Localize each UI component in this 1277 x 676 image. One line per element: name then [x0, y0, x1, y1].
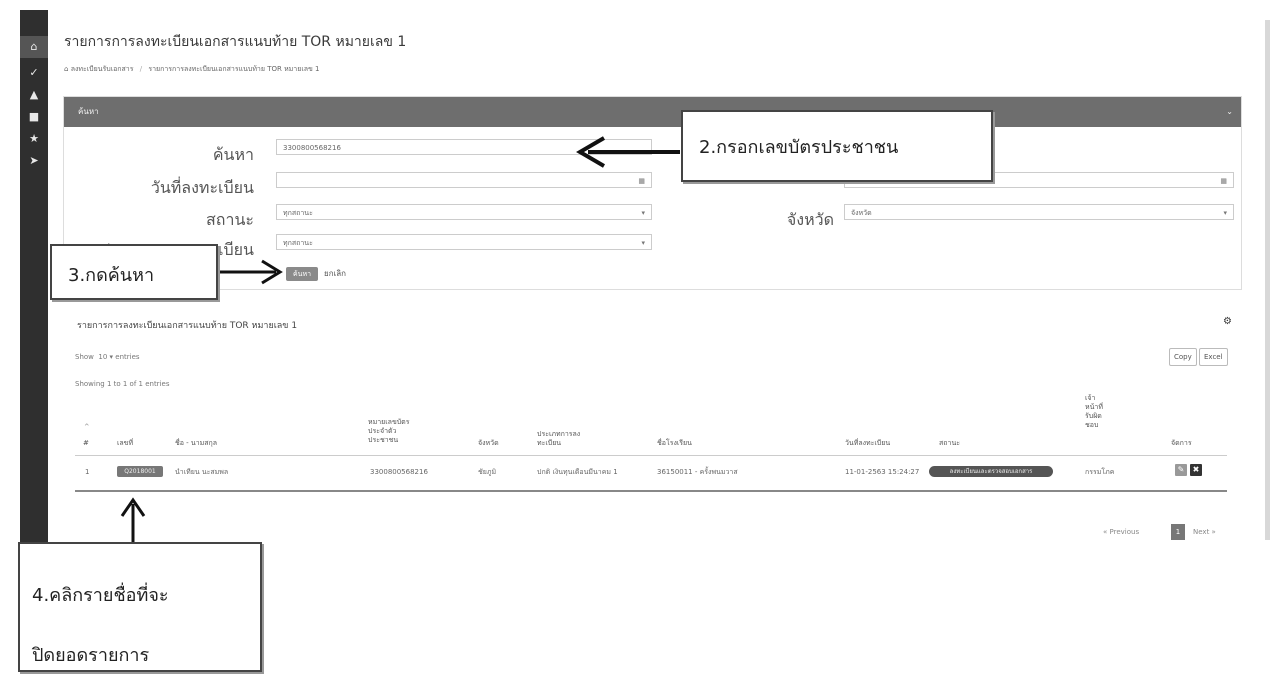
- pagination-page-1[interactable]: 1: [1171, 524, 1185, 540]
- breadcrumb-item-register[interactable]: ลงทะเบียนรับเอกสาร: [71, 65, 134, 73]
- regdate-input[interactable]: ▦: [276, 172, 652, 188]
- row-officer: กรรมโภค: [1085, 468, 1115, 476]
- breadcrumb: ⌂ ลงทะเบียนรับเอกสาร / รายการการลงทะเบีย…: [64, 64, 319, 75]
- page-length-control: Show 10 ▾ entries: [75, 353, 140, 361]
- col-name[interactable]: ชื่อ - นามสกุล: [175, 439, 217, 448]
- breadcrumb-item-current: รายการการลงทะเบียนเอกสารแนบท้าย TOR หมาย…: [148, 65, 320, 73]
- regtype-select[interactable]: ทุกสถานะ ▾: [276, 234, 652, 250]
- page-scrollbar[interactable]: [1265, 20, 1270, 540]
- results-title: รายการการลงทะเบียนเอกสารแนบท้าย TOR หมาย…: [77, 321, 298, 331]
- row-school: 36150011 - ครั้งพนมวาส: [657, 468, 738, 476]
- show-suffix: entries: [115, 353, 140, 361]
- settings-icon[interactable]: ⚙: [1223, 316, 1232, 327]
- step4-callout: 4.คลิกรายชื่อที่จะ ปิดยอดรายการ: [18, 542, 262, 672]
- row-name[interactable]: นำเทียน นะสมพล: [175, 468, 228, 477]
- calendar-icon[interactable]: ▦: [638, 173, 645, 189]
- col-officer[interactable]: เจ้าหน้าที่รับผิดชอบ: [1085, 394, 1111, 430]
- excel-button[interactable]: Excel: [1199, 348, 1228, 366]
- sort-icon[interactable]: ⌃: [83, 424, 91, 433]
- row-status-badge: ลงทะเบียนและตรวจสอบเอกสาร: [929, 466, 1053, 477]
- search-button[interactable]: ค้นหา: [286, 267, 318, 281]
- home-icon[interactable]: ⌂: [20, 36, 48, 58]
- row-code-badge[interactable]: Q2018001: [117, 466, 163, 477]
- pagination-next[interactable]: Next »: [1193, 528, 1216, 536]
- row-province: ชัยภูมิ: [478, 468, 497, 476]
- col-regtype[interactable]: ประเภทการลงทะเบียน: [537, 430, 597, 448]
- col-province[interactable]: จังหวัด: [478, 439, 499, 448]
- caret-down-icon: ▾: [1223, 209, 1227, 217]
- home-icon: ⌂: [64, 65, 69, 73]
- row-idcard: 3300800568216: [370, 468, 428, 476]
- step4-callout-line1: 4.คลิกรายชื่อที่จะ: [32, 585, 169, 606]
- page-title: รายการการลงทะเบียนเอกสารแนบท้าย TOR หมาย…: [64, 34, 407, 50]
- regtype-select-value: ทุกสถานะ: [283, 239, 313, 247]
- header-divider: [75, 455, 1227, 456]
- province-select[interactable]: จังหวัด ▾: [844, 204, 1234, 220]
- star-icon[interactable]: ★: [20, 128, 48, 150]
- rocket-icon[interactable]: ➤: [20, 150, 48, 172]
- province-select-value: จังหวัด: [851, 209, 872, 217]
- step4-arrow-icon: [120, 497, 146, 544]
- edit-icon[interactable]: ✎: [1175, 464, 1187, 476]
- col-regdate[interactable]: วันที่ลงทะเบียน: [845, 439, 890, 448]
- cancel-button[interactable]: ยกเลิก: [324, 267, 346, 281]
- row-regtype: ปกติ เงินทุนเดือนมีนาคม 1: [537, 468, 618, 476]
- bank-icon[interactable]: ▲: [20, 84, 48, 106]
- row-regdate: 11-01-2563 15:24:27: [845, 468, 920, 476]
- table-bottom-divider: [75, 490, 1227, 492]
- page-length-select[interactable]: 10 ▾: [96, 353, 113, 361]
- status-select[interactable]: ทุกสถานะ ▾: [276, 204, 652, 220]
- step3-callout: 3.กดค้นหา: [50, 244, 218, 300]
- status-label: สถานะ: [206, 210, 254, 229]
- search-panel-header[interactable]: ค้นหา ⌄: [64, 97, 1241, 127]
- col-school[interactable]: ชื่อโรงเรียน: [657, 439, 692, 448]
- showing-info: Showing 1 to 1 of 1 entries: [75, 380, 170, 388]
- step2-arrow-icon: [576, 136, 680, 168]
- pagination-previous[interactable]: « Previous: [1103, 528, 1139, 536]
- keyword-label: ค้นหา: [212, 145, 254, 164]
- col-no[interactable]: #: [83, 439, 89, 448]
- calendar-icon[interactable]: ▦: [1220, 173, 1227, 189]
- regdate-label: วันที่ลงทะเบียน: [150, 178, 254, 197]
- briefcase-icon[interactable]: ■: [20, 106, 48, 128]
- chevron-down-icon[interactable]: ⌄: [1226, 97, 1233, 127]
- step2-callout: 2.กรอกเลขบัตรประชาชน: [681, 110, 993, 182]
- caret-down-icon: ▾: [641, 239, 645, 247]
- screenshot: ⌂ ✓ ▲ ■ ★ ➤ รายการการลงทะเบียนเอกสารแนบท…: [0, 0, 1277, 676]
- step4-callout-line2: ปิดยอดรายการ: [32, 645, 150, 666]
- search-panel-title: ค้นหา: [78, 107, 99, 116]
- col-manage: จัดการ: [1171, 439, 1192, 447]
- sidebar: ⌂ ✓ ▲ ■ ★ ➤: [20, 10, 48, 580]
- province-label: จังหวัด: [786, 210, 834, 229]
- col-status[interactable]: สถานะ: [939, 439, 960, 448]
- results-panel: รายการการลงทะเบียนเอกสารแนบท้าย TOR หมาย…: [63, 306, 1240, 568]
- copy-button[interactable]: Copy: [1169, 348, 1197, 366]
- step3-arrow-icon: [220, 259, 283, 285]
- delete-icon[interactable]: ✖: [1190, 464, 1202, 476]
- check-icon[interactable]: ✓: [20, 62, 48, 84]
- row-no: 1: [85, 468, 90, 476]
- show-prefix: Show: [75, 353, 94, 361]
- status-select-value: ทุกสถานะ: [283, 209, 313, 217]
- col-code[interactable]: เลขที่: [117, 439, 133, 448]
- col-idcard[interactable]: หมายเลขบัตรประจำตัวประชาชน: [368, 418, 418, 445]
- breadcrumb-separator: /: [139, 65, 143, 73]
